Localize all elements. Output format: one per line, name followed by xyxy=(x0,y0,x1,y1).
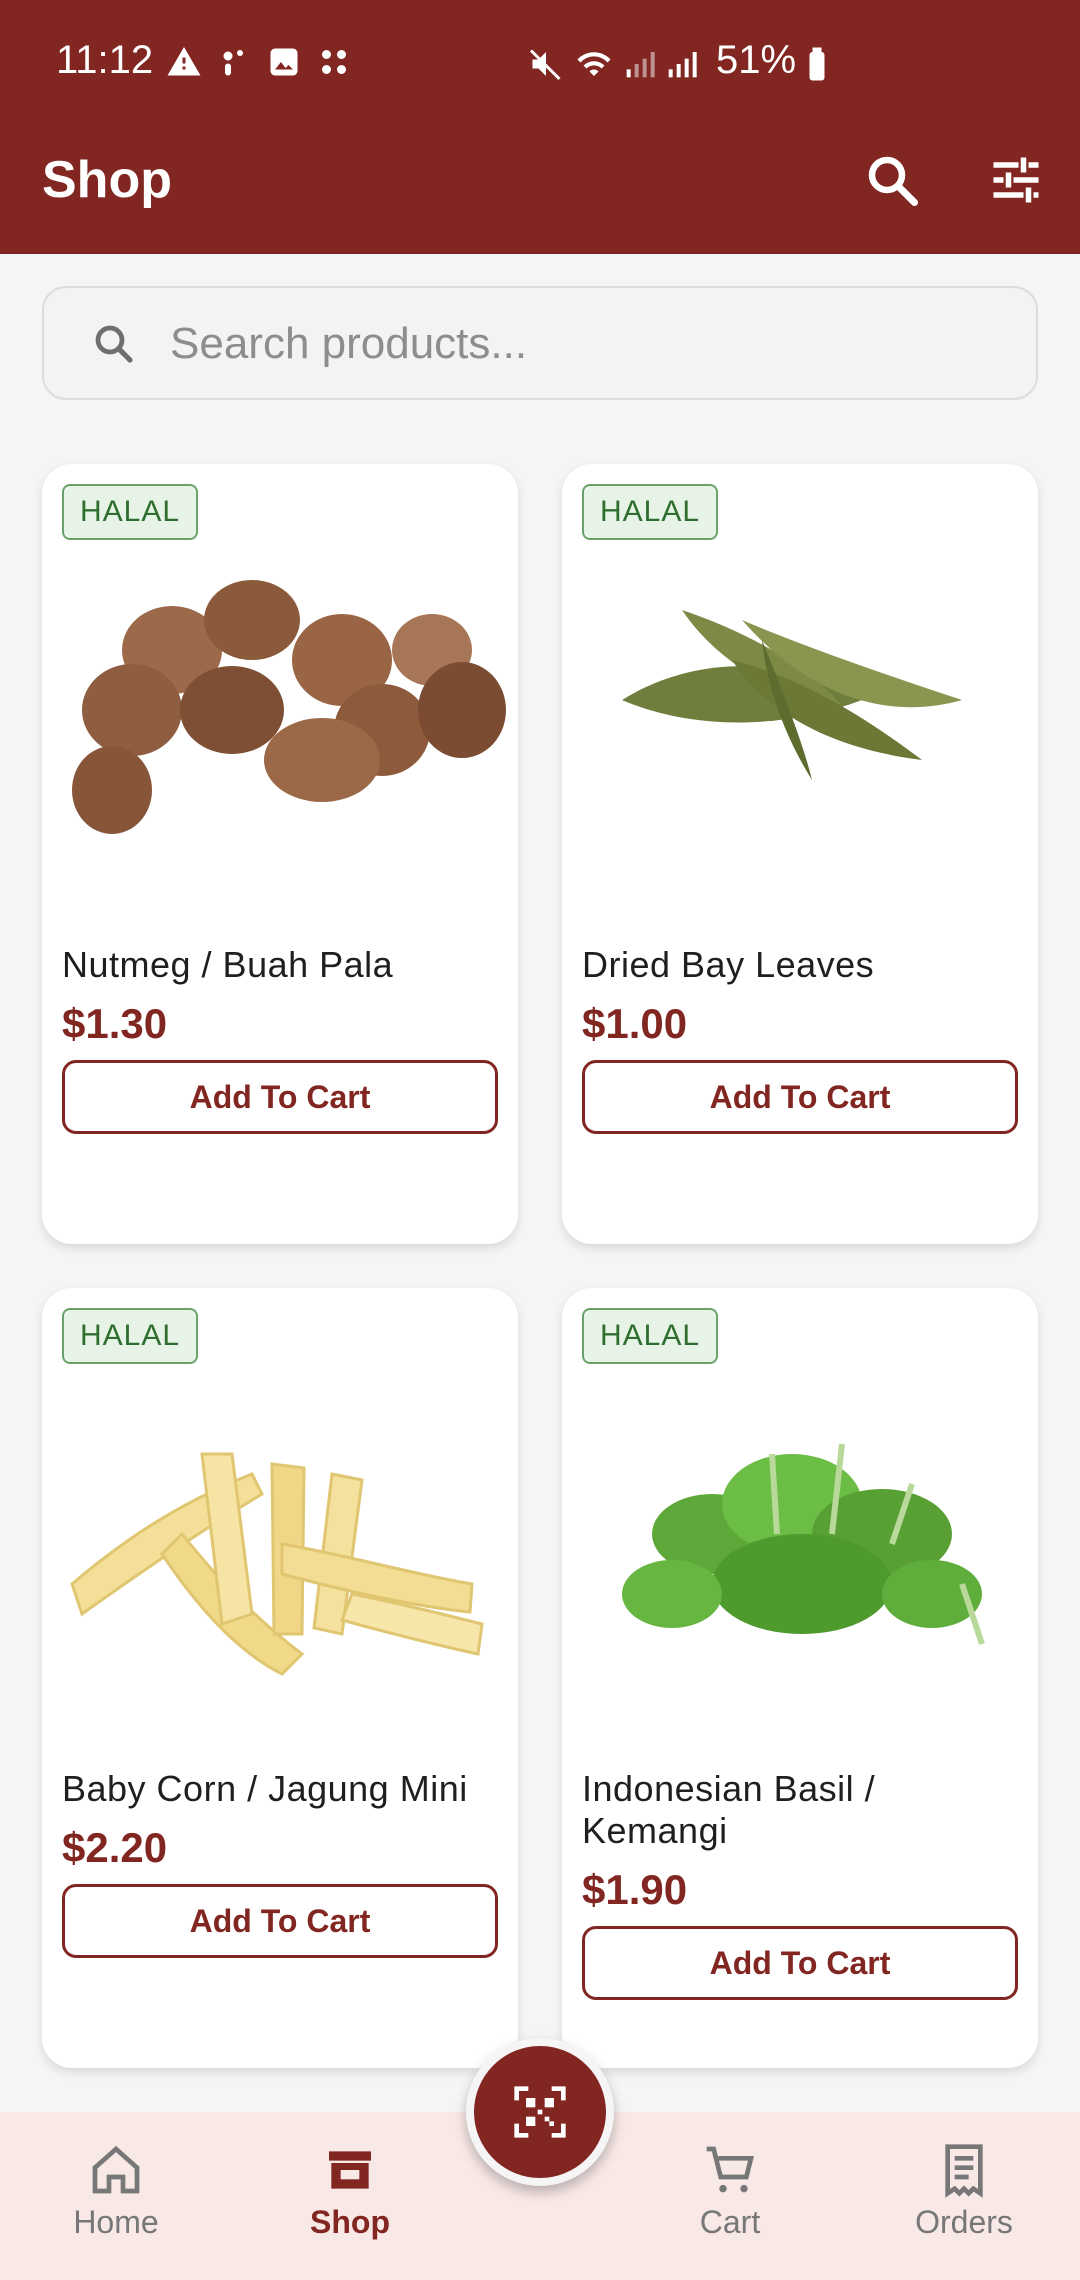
notification-icon xyxy=(223,50,243,76)
signal-icon-1 xyxy=(626,51,655,77)
battery-icon xyxy=(809,47,825,80)
wifi-icon xyxy=(577,51,611,76)
battery-percent: 51% xyxy=(716,38,797,82)
store-icon xyxy=(329,2151,371,2189)
cart-icon xyxy=(706,2146,754,2193)
search-button[interactable] xyxy=(862,150,922,210)
product-price: $1.00 xyxy=(582,1000,688,1047)
qr-scan-icon xyxy=(514,2086,566,2138)
tune-icon xyxy=(993,157,1039,203)
search-input[interactable] xyxy=(170,312,990,376)
add-to-cart-button[interactable]: Add To Cart xyxy=(62,1060,498,1134)
add-to-cart-button[interactable]: Add To Cart xyxy=(582,1926,1018,2000)
top-bar: 11:12 51% Shop xyxy=(0,0,1080,254)
search-icon xyxy=(95,325,133,363)
nav-shop[interactable]: Shop xyxy=(260,2142,440,2241)
nutmeg-image xyxy=(72,580,506,834)
search-icon xyxy=(868,156,918,206)
apps-icon xyxy=(322,50,346,74)
signal-icon-2 xyxy=(668,51,697,77)
nav-home-label: Home xyxy=(73,2204,159,2240)
basil-image xyxy=(622,1443,985,1645)
halal-badge: HALAL xyxy=(62,484,199,540)
add-to-cart-button[interactable]: Add To Cart xyxy=(62,1884,498,1958)
nav-home[interactable]: Home xyxy=(26,2142,206,2241)
add-to-cart-button[interactable]: Add To Cart xyxy=(582,1060,1018,1134)
mute-icon xyxy=(529,48,561,80)
page-title: Shop xyxy=(42,151,172,209)
product-card[interactable]: HALAL Nutmeg / Buah Pala $1.30 Add To Ca… xyxy=(42,464,518,1244)
product-card[interactable]: HALAL Baby Corn / Jagung Mini $2.20 Add … xyxy=(42,1288,518,2068)
system-icons: 51% xyxy=(528,38,828,83)
halal-badge: HALAL xyxy=(582,484,719,540)
nav-cart[interactable]: Cart xyxy=(640,2142,820,2241)
status-time: 11:12 xyxy=(56,38,154,82)
halal-badge: HALAL xyxy=(62,1308,199,1364)
product-name: Dried Bay Leaves xyxy=(582,944,875,985)
nav-shop-label: Shop xyxy=(310,2204,390,2240)
filter-button[interactable] xyxy=(986,150,1046,210)
qr-scan-button[interactable] xyxy=(466,2038,614,2186)
product-price: $1.90 xyxy=(582,1866,688,1913)
product-name: Baby Corn / Jagung Mini xyxy=(62,1768,468,1809)
nav-orders-label: Orders xyxy=(915,2204,1013,2240)
notification-icons xyxy=(166,44,352,80)
nav-orders[interactable]: Orders xyxy=(874,2142,1054,2241)
home-icon xyxy=(92,2145,140,2194)
search-bar[interactable] xyxy=(42,286,1038,400)
product-name: Nutmeg / Buah Pala xyxy=(62,944,394,985)
product-card[interactable]: HALAL Dried Bay Leaves $1.00 Add To Cart xyxy=(562,464,1038,1244)
image-icon xyxy=(270,48,298,76)
receipt-icon xyxy=(945,2144,983,2198)
nav-cart-label: Cart xyxy=(699,2204,761,2240)
product-name: Indonesian Basil / Kemangi xyxy=(582,1768,876,1851)
warning-icon xyxy=(167,47,201,76)
bay-leaves-image xyxy=(622,610,962,780)
product-price: $1.30 xyxy=(62,1000,168,1047)
product-price: $2.20 xyxy=(62,1824,168,1871)
product-card[interactable]: HALAL Indonesian Basil / Kemangi $1.90 A… xyxy=(562,1288,1038,2068)
status-bar: 11:12 51% xyxy=(0,0,1080,130)
baby-corn-image xyxy=(70,1452,484,1676)
halal-badge: HALAL xyxy=(582,1308,719,1364)
